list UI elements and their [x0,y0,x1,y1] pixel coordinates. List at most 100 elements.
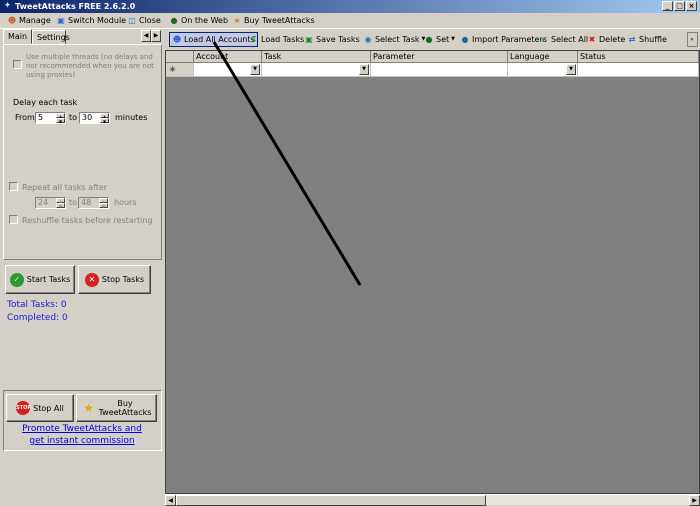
menu-close[interactable]: ◫ Close [127,13,161,29]
horizontal-scrollbar[interactable]: ◀ ▶ [165,494,700,506]
column-header-language[interactable]: Language [508,51,578,63]
multi-threads-checkbox[interactable] [13,60,22,69]
check-icon: ✔ [540,34,548,44]
toolbar: ☻ Load All Accounts ↧ Load Tasks ▣ Save … [165,29,700,49]
chevron-down-icon[interactable]: ▼ [250,64,260,75]
scroll-left-arrow-icon[interactable]: ◀ [165,495,176,506]
spinner-arrows[interactable]: ▲ ▼ [56,113,65,124]
column-header-parameter[interactable]: Parameter [371,51,508,63]
toolbar-label: Set [436,35,450,44]
buy-label-line1: Buy [117,399,133,408]
account-cell[interactable]: ▼ [194,63,262,77]
tab-settings[interactable]: Settings [32,30,70,44]
menu-label: On the Web [181,16,229,25]
menu-buy[interactable]: ★ Buy TweetAttacks [232,13,315,29]
status-cell [578,63,699,77]
menu-on-the-web[interactable]: ● On the Web [169,13,229,29]
repeat-checkbox[interactable] [9,182,18,191]
task-grid[interactable]: Account Task Parameter Language Status ✳… [165,50,700,494]
delay-heading: Delay each task [13,98,78,107]
spinner-arrows[interactable]: ▲ ▼ [56,198,65,209]
menu-label: Switch Module [68,16,127,25]
tab-right-arrow-icon[interactable]: ▶ [151,30,161,42]
workspace: ☻ Load All Accounts ↧ Load Tasks ▣ Save … [165,29,700,506]
repeat-from-value: 24 [38,198,49,207]
stop-sign-icon: STOP [16,401,31,415]
toolbar-label: Select All [551,35,589,44]
parameter-cell[interactable] [371,63,508,77]
toolbar-label: Shuffle [639,35,667,44]
select-icon: ◉ [364,34,372,44]
select-task-dropdown[interactable]: ◉ Select Task ▼ [361,32,427,47]
completed-count: Completed: 0 [7,313,68,323]
column-header-account[interactable]: Account [194,51,262,63]
save-tasks-button[interactable]: ▣ Save Tasks [302,32,362,47]
select-all-button[interactable]: ✔ Select All [537,32,590,47]
delay-from-value: 5 [38,113,44,122]
buy-tweetattacks-button[interactable]: ★ Buy TweetAttacks [76,394,157,422]
chevron-down-icon[interactable]: ▼ [566,64,576,75]
toolbar-overflow-icon[interactable]: » [687,32,698,47]
close-button[interactable]: × [686,1,697,11]
language-cell[interactable]: ▼ [508,63,578,77]
menu-label: Buy TweetAttacks [244,16,315,25]
start-tasks-button[interactable]: ✓ Start Tasks [5,265,75,294]
main-tab-panel: Use multiple threads (no delays and not … [3,44,162,260]
spinner-arrows[interactable]: ▲ ▼ [100,113,109,124]
menu-bar: ☻ Manage ▣ Switch Module ◫ Close ● On th… [0,13,700,29]
chevron-down-icon[interactable]: ▼ [359,64,369,75]
row-header-corner [166,51,194,63]
globe-icon: ● [170,16,178,25]
to-label: to [69,113,78,122]
task-cell[interactable]: ▼ [262,63,371,77]
accounts-icon: ☻ [172,34,182,44]
shuffle-icon: ⇄ [628,34,636,44]
maximize-button[interactable]: □ [674,1,685,11]
window-title: TweetAttacks FREE 2.6.2.0 [15,2,136,11]
menu-label: Close [139,16,161,25]
reshuffle-checkbox[interactable] [9,215,18,224]
load-all-accounts-button[interactable]: ☻ Load All Accounts [169,32,258,47]
load-tasks-button[interactable]: ↧ Load Tasks [247,32,306,47]
menu-switch-module[interactable]: ▣ Switch Module [56,13,126,29]
promote-link-line1[interactable]: Promote TweetAttacks and [6,424,158,434]
save-icon: ▣ [305,34,313,44]
minimize-button[interactable]: _ [662,1,673,11]
tab-left-arrow-icon[interactable]: ◀ [141,30,151,42]
delay-to-spinner[interactable]: 30 ▲ ▼ [79,112,110,124]
delete-icon: ✖ [588,34,596,44]
from-label: From [15,113,35,122]
buy-label-line2: TweetAttacks [98,408,152,417]
check-circle-icon: ✓ [9,272,24,287]
stop-tasks-button[interactable]: ✕ Stop Tasks [78,265,151,294]
title-bar: ✦ TweetAttacks FREE 2.6.2.0 _ □ × [0,0,700,13]
repeat-label: Repeat all tasks after [22,183,108,192]
toolbar-label: Import Parameters [472,35,547,44]
repeat-to-value: 48 [81,198,92,207]
tab-main[interactable]: Main [3,29,32,44]
start-tasks-label: Start Tasks [26,275,71,284]
column-header-task[interactable]: Task [262,51,371,63]
hours-label: hours [114,198,137,207]
promote-link-line2[interactable]: get instant commission [6,436,158,446]
import-parameters-button[interactable]: ● Import Parameters [458,32,549,47]
column-header-status[interactable]: Status [578,51,699,63]
spinner-arrows[interactable]: ▲ ▼ [99,198,108,209]
buy-label: Buy TweetAttacks [99,399,152,417]
delay-from-spinner[interactable]: 5 ▲ ▼ [35,112,66,124]
total-tasks: Total Tasks: 0 [7,300,67,310]
repeat-to-spinner[interactable]: 48 ▲ ▼ [78,197,109,209]
toolbar-label: Select Task [375,35,420,44]
new-row-marker: ✳ [166,63,194,77]
shuffle-button[interactable]: ⇄ Shuffle [625,32,669,47]
repeat-from-spinner[interactable]: 24 ▲ ▼ [35,197,66,209]
stop-all-button[interactable]: STOP Stop All [6,394,74,422]
cart-icon: ★ [233,16,241,25]
stop-tasks-label: Stop Tasks [101,275,145,284]
set-dropdown[interactable]: ● Set ▼ [422,32,457,47]
delete-button[interactable]: ✖ Delete [585,32,627,47]
menu-manage[interactable]: ☻ Manage [7,13,51,29]
scroll-right-arrow-icon[interactable]: ▶ [689,495,700,506]
close-window-icon: ◫ [128,16,136,25]
scroll-thumb[interactable] [176,495,486,506]
